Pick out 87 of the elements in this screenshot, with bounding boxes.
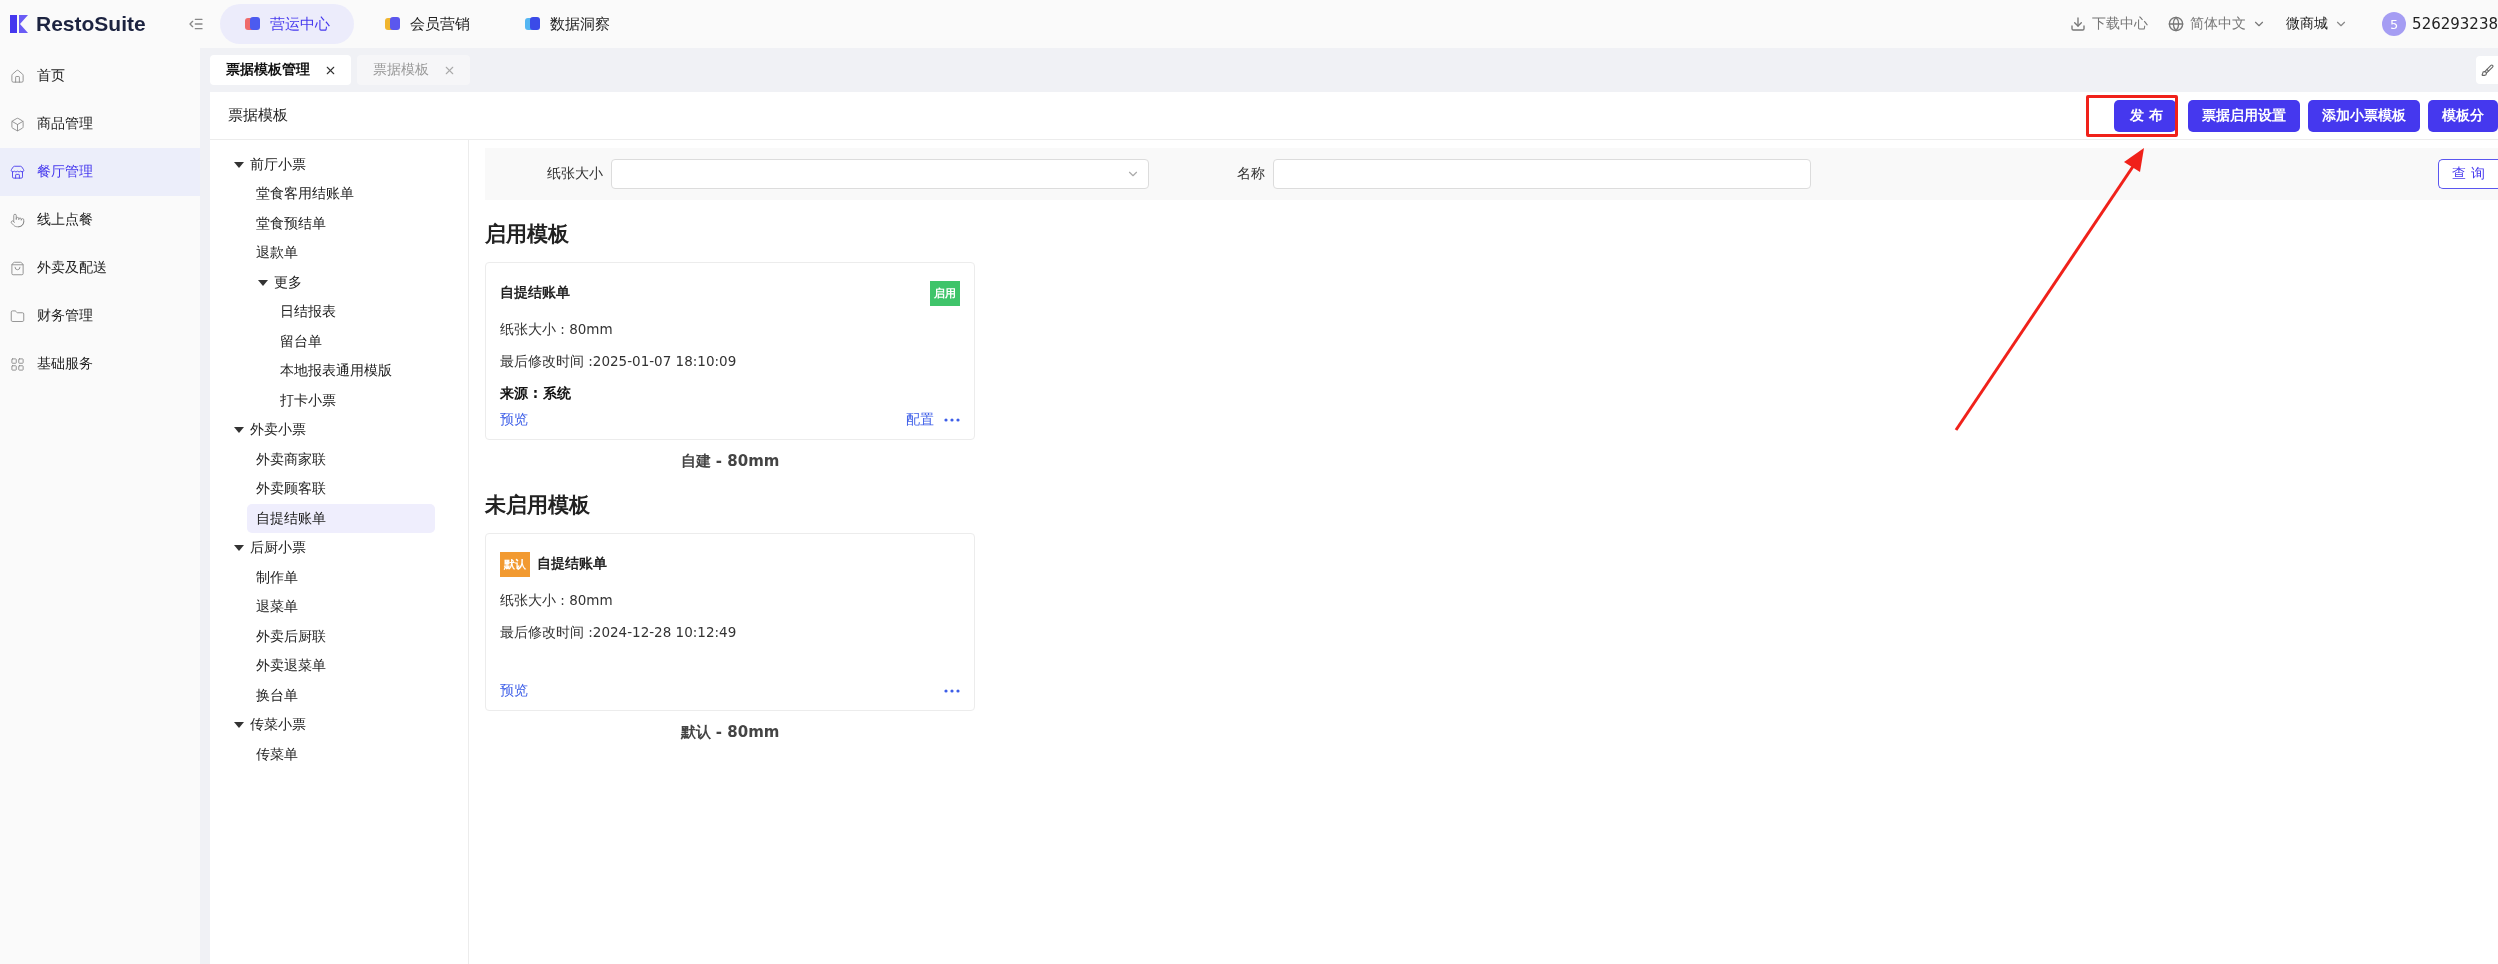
top-nav-tab[interactable]: 营运中心	[220, 4, 354, 44]
folder-icon	[10, 308, 25, 324]
ellipsis-icon	[944, 418, 960, 422]
top-nav-tab[interactable]: 会员营销	[360, 4, 494, 44]
top-nav-tab[interactable]: 数据洞察	[500, 4, 634, 44]
tree-item[interactable]: 外卖后厨联	[247, 622, 435, 652]
brush-icon	[2480, 63, 2494, 77]
action-button[interactable]: 添加小票模板	[2308, 99, 2420, 132]
download-icon	[2070, 16, 2087, 32]
query-button[interactable]: 查 询	[2438, 159, 2498, 189]
more-button[interactable]	[944, 689, 960, 693]
language-dropdown[interactable]: 简体中文	[2168, 15, 2267, 33]
tree-folder[interactable]: 后厨小票	[225, 533, 315, 563]
sidebar-item[interactable]: 外卖及配送	[0, 244, 200, 292]
tree-item[interactable]: 自提结账单	[247, 504, 435, 534]
page-tab[interactable]: 票据模板管理	[210, 55, 351, 85]
sidebar-item[interactable]: 首页	[0, 52, 200, 100]
name-input-field[interactable]	[1273, 159, 1811, 189]
template-badge: 启用	[930, 280, 960, 306]
house-icon	[10, 68, 25, 84]
sidebar-item[interactable]: 财务管理	[0, 292, 200, 340]
caret-icon	[234, 160, 244, 169]
app-logo-icon	[384, 15, 402, 33]
tree-folder[interactable]: 传菜小票	[225, 710, 315, 740]
tree-folder[interactable]: 前厅小票	[225, 150, 315, 180]
tree-item[interactable]: 日结报表	[271, 297, 459, 327]
modified-time-text: 最后修改时间 :2024-12-28 10:12:49	[500, 624, 738, 642]
globe-icon	[2168, 16, 2185, 32]
caret-icon	[234, 721, 244, 730]
source-text: 来源 : 系统	[500, 385, 572, 403]
ellipsis-icon	[944, 689, 960, 693]
cube-icon	[10, 116, 25, 132]
tree-item[interactable]: 外卖退菜单	[247, 651, 435, 681]
sidebar-item[interactable]: 线上点餐	[0, 196, 200, 244]
caret-icon	[234, 544, 244, 553]
tree-item[interactable]: 退款单	[247, 238, 435, 268]
tree-item[interactable]: 传菜单	[247, 740, 435, 770]
brand-logo-icon	[8, 13, 30, 35]
clear-tabs-button[interactable]	[2476, 56, 2498, 84]
tree-item[interactable]: 换台单	[247, 681, 435, 711]
caret-icon	[234, 426, 244, 435]
template-badge: 默认	[500, 551, 530, 577]
tree-item[interactable]: 外卖商家联	[247, 445, 435, 475]
tree-item[interactable]: 留台单	[271, 327, 459, 357]
template-name: 自提结账单	[537, 555, 607, 573]
section-title: 未启用模板	[485, 492, 591, 519]
section-title: 启用模板	[485, 221, 570, 248]
caret-icon	[258, 278, 268, 287]
paper-size-text: 纸张大小 : 80mm	[500, 592, 614, 610]
app-logo-icon	[524, 15, 542, 33]
tree-folder[interactable]: 外卖小票	[225, 415, 315, 445]
filter-label: 纸张大小	[546, 165, 604, 183]
tree-item[interactable]: 堂食客用结账单	[247, 179, 435, 209]
hand-pointer-icon	[10, 212, 25, 228]
preview-link[interactable]: 预览	[500, 682, 528, 700]
tree-item[interactable]: 堂食预结单	[247, 209, 435, 239]
panel-title: 票据模板	[228, 106, 288, 125]
tree-item[interactable]: 外卖顾客联	[247, 474, 435, 504]
sidebar-item[interactable]: 商品管理	[0, 100, 200, 148]
card-caption: 自建 - 80mm	[679, 452, 781, 471]
tree-item[interactable]: 制作单	[247, 563, 435, 593]
tree-item[interactable]: 打卡小票	[271, 386, 459, 416]
tree-folder[interactable]: 更多	[249, 268, 311, 298]
download-center-link[interactable]: 下载中心	[2070, 15, 2149, 33]
modified-time-text: 最后修改时间 :2025-01-07 18:10:09	[500, 353, 738, 371]
template-name: 自提结账单	[500, 284, 570, 302]
user-id: 526293238	[2412, 15, 2498, 33]
collapse-menu-icon[interactable]	[188, 16, 204, 32]
paper-size-text: 纸张大小 : 80mm	[500, 321, 614, 339]
card-caption: 默认 - 80mm	[679, 723, 781, 742]
store-dropdown[interactable]: 微商城	[2286, 15, 2349, 33]
grid-icon	[10, 356, 25, 372]
action-button[interactable]: 模板分	[2428, 99, 2498, 132]
storefront-icon	[10, 164, 25, 180]
filter-label: 名称	[1236, 165, 1266, 183]
configure-link[interactable]: 配置	[906, 411, 934, 429]
sidebar-item[interactable]: 基础服务	[0, 340, 200, 388]
brand-name: RestoSuite	[36, 12, 146, 36]
more-button[interactable]	[944, 418, 960, 422]
shopping-bag-icon	[10, 260, 25, 276]
action-button[interactable]: 发 布	[2114, 99, 2176, 132]
action-button[interactable]: 票据启用设置	[2188, 99, 2300, 132]
app-logo-icon	[244, 15, 262, 33]
tree-item[interactable]: 本地报表通用模版	[271, 356, 459, 386]
sidebar-item[interactable]: 餐厅管理	[0, 148, 200, 196]
preview-link[interactable]: 预览	[500, 411, 528, 429]
tree-item[interactable]: 退菜单	[247, 592, 435, 622]
